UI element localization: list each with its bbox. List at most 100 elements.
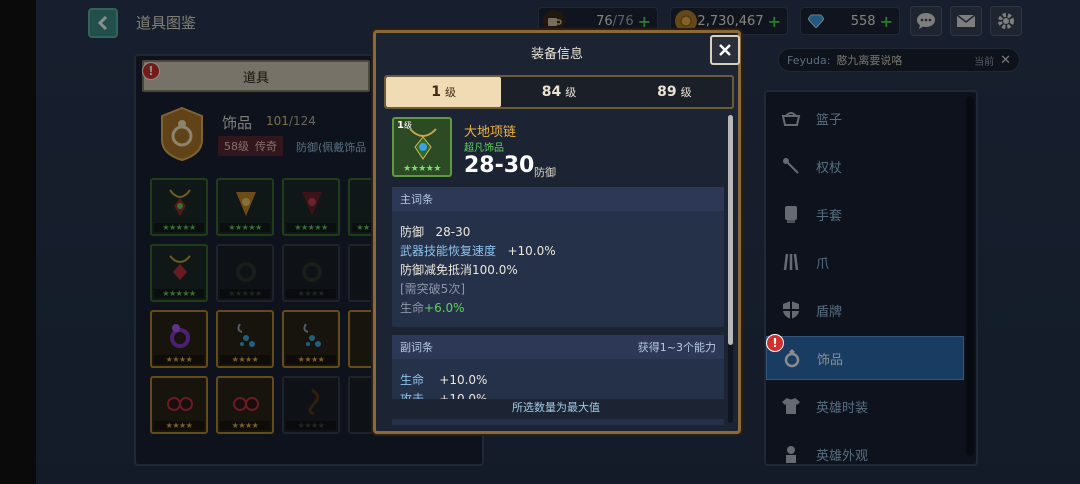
- item-name: 大地项链: [464, 125, 517, 140]
- item-detail[interactable]: 1级 ★★★★★ 大地项链 超凡饰品 28-30 防御 主词条 防御 28-30…: [388, 115, 724, 425]
- figure-icon: [780, 443, 802, 464]
- ring-icon: [781, 347, 803, 369]
- item-slot[interactable]: ★★★★: [150, 376, 208, 434]
- tab-items[interactable]: 道具: [142, 60, 370, 92]
- stat-line: 生命 +10.0%: [400, 373, 488, 387]
- scrollbar-thumb[interactable]: [728, 115, 733, 345]
- ring-icon: [170, 324, 190, 348]
- earring-icon: [303, 323, 321, 347]
- tab-level-89[interactable]: 89 级: [617, 77, 732, 107]
- item-rarity: 超凡饰品: [464, 143, 504, 154]
- star-rating: ★★★★: [220, 355, 270, 364]
- category-shield[interactable]: 盾牌: [766, 288, 964, 332]
- glove-icon: [780, 203, 802, 225]
- category-glove[interactable]: 手套: [766, 192, 964, 236]
- main-stats-header: 主词条: [392, 187, 724, 211]
- star-rating: ★★★★: [286, 421, 336, 430]
- goggles-icon: [167, 397, 193, 411]
- main-stats-section: 主词条 防御 28-30 武器技能恢复速度 +10.0% 防御减免抵消100.0…: [392, 187, 724, 327]
- category-wand[interactable]: 权杖: [766, 144, 964, 188]
- earring-icon: [237, 323, 255, 347]
- star-rating: ★★★★★: [220, 223, 270, 232]
- chat-bubble-icon: [917, 13, 935, 29]
- item-slot[interactable]: ★★★★: [282, 310, 340, 368]
- item-slot[interactable]: ★★★★★: [150, 178, 208, 236]
- star-rating: ★★★★: [154, 355, 204, 364]
- add-gems-button[interactable]: +: [880, 12, 893, 31]
- accessory-emblem-icon: [161, 106, 203, 162]
- game-screen: 道具图鉴 76/76 + 2,730,467 + 558 + 道具 ! 饰品 1…: [36, 0, 1080, 484]
- star-rating: ★★★★★: [403, 164, 441, 174]
- close-icon: [719, 44, 731, 56]
- sub-stats-header: 副词条 获得1~3个能力: [392, 335, 724, 359]
- star-rating: ★★★★: [286, 355, 336, 364]
- settings-button[interactable]: [990, 6, 1022, 36]
- chevron-left-icon: [97, 15, 108, 31]
- item-slot[interactable]: ★★★★: [282, 244, 340, 302]
- category-list: 篮子 权杖 手套 爪 盾牌 饰品 英雄时装 英雄外观: [764, 90, 978, 466]
- item-slot[interactable]: ★★★★: [282, 376, 340, 434]
- page-title: 道具图鉴: [136, 14, 197, 32]
- necklace-icon: [302, 192, 322, 216]
- shield-icon: [780, 299, 802, 321]
- alert-icon: !: [142, 62, 160, 80]
- close-icon[interactable]: ✕: [1000, 53, 1011, 68]
- shirt-icon: [780, 395, 802, 417]
- basket-icon: [780, 107, 802, 129]
- ring-icon: [302, 262, 322, 282]
- ring-icon: [236, 262, 256, 282]
- wand-icon: [780, 155, 802, 177]
- footer-note: 所选数量为最大值: [388, 399, 724, 419]
- item-slot[interactable]: ★★★★★: [150, 244, 208, 302]
- item-slot[interactable]: ★★★★★: [216, 178, 274, 236]
- tab-level-1[interactable]: 1级: [386, 77, 502, 107]
- category-name: 饰品: [222, 114, 253, 132]
- diamond-icon: [805, 10, 827, 32]
- dialog-title: 装备信息: [530, 47, 583, 62]
- necklace-icon: [236, 192, 256, 216]
- category-costume[interactable]: 英雄时装: [766, 384, 964, 428]
- item-slot[interactable]: ★★★★★: [216, 244, 274, 302]
- star-rating: ★★★★★: [220, 289, 270, 298]
- hook-icon: [308, 388, 319, 416]
- add-stamina-button[interactable]: +: [638, 12, 651, 31]
- close-button[interactable]: [710, 35, 740, 65]
- category-basket[interactable]: 篮子: [766, 96, 964, 140]
- chat-ticker[interactable]: Feyuda: 憨九离要说咯 当前 ✕: [778, 48, 1020, 72]
- item-slot[interactable]: ★★★★: [216, 310, 274, 368]
- gem-counter[interactable]: 558 +: [800, 7, 900, 35]
- category-count: 101/124: [266, 114, 316, 128]
- stat-line: [需突破5次]: [400, 282, 465, 296]
- coffee-icon: [543, 10, 565, 32]
- stat-line: 防御减免抵消100.0%: [400, 263, 518, 277]
- tab-level-84[interactable]: 84 级: [501, 77, 616, 107]
- back-button[interactable]: [88, 8, 118, 38]
- chat-button[interactable]: [910, 6, 942, 36]
- item-slot[interactable]: ★★★★: [216, 376, 274, 434]
- stat-line: 武器技能恢复速度 +10.0%: [400, 244, 556, 258]
- level-tabs: 1级 84 级 89 级: [384, 75, 734, 109]
- item-stat-value: 28-30: [464, 153, 535, 178]
- collection-effect: 防御(佩戴饰品: [296, 141, 367, 154]
- category-appearance[interactable]: 英雄外观: [766, 432, 964, 464]
- item-icon-box: 1级 ★★★★★: [392, 117, 452, 177]
- alert-icon: !: [766, 334, 784, 352]
- stat-line: 生命+6.0%: [400, 301, 465, 315]
- star-rating: ★★★★★: [154, 223, 204, 232]
- mail-button[interactable]: [950, 6, 982, 36]
- detail-scrollbar[interactable]: [728, 115, 733, 423]
- category-scrollbar[interactable]: [966, 96, 974, 456]
- star-rating: ★★★★★: [154, 289, 204, 298]
- star-rating: ★★★★: [154, 421, 204, 430]
- add-gold-button[interactable]: +: [768, 12, 781, 31]
- necklace-icon: [169, 189, 191, 216]
- stat-line: 防御 28-30: [400, 225, 471, 239]
- item-slot[interactable]: ★★★★: [150, 310, 208, 368]
- star-rating: ★★★★★: [286, 223, 336, 232]
- item-slot[interactable]: ★★★★★: [282, 178, 340, 236]
- category-claw[interactable]: 爪: [766, 240, 964, 284]
- category-accessory[interactable]: 饰品: [766, 336, 964, 380]
- screen-bezel: [0, 0, 36, 484]
- star-rating: ★★★★: [286, 289, 336, 298]
- mail-icon: [956, 14, 976, 27]
